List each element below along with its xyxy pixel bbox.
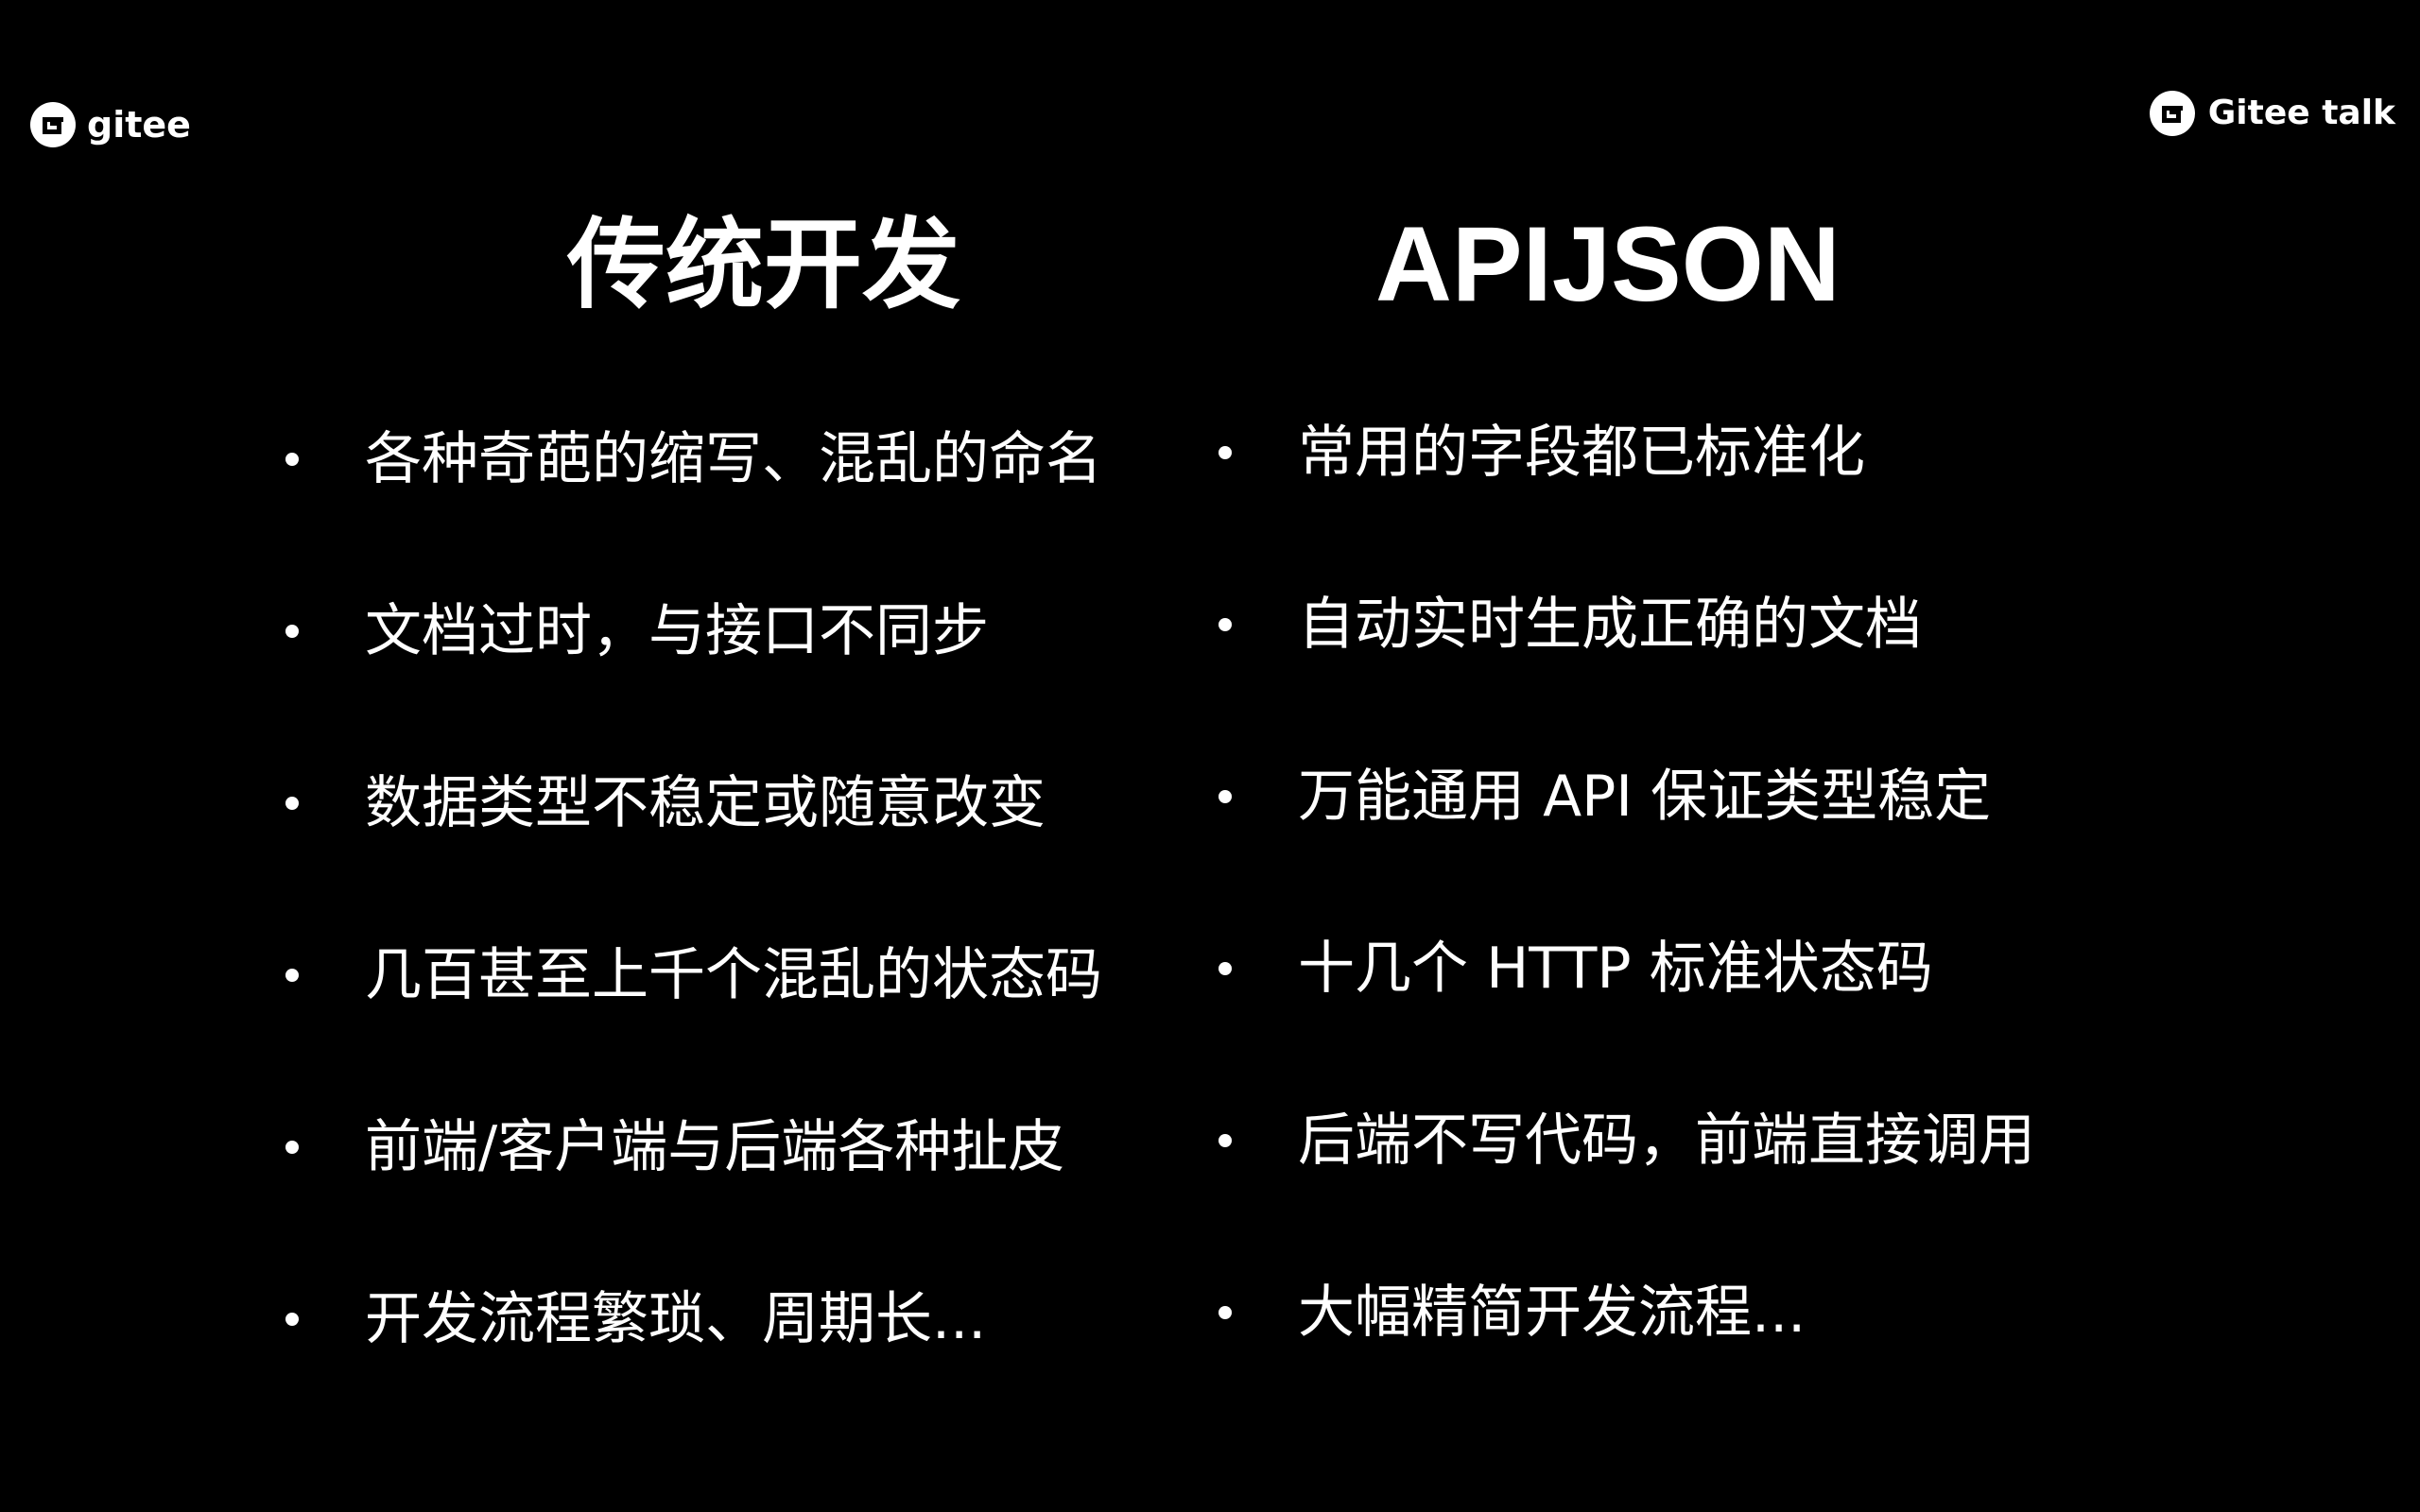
gitee-g-icon — [30, 102, 76, 147]
bullet-icon — [1219, 1306, 1232, 1319]
bullet-icon — [285, 1313, 299, 1326]
bullet-icon — [285, 969, 299, 982]
list-item-text: 数据类型不稳定或随意改变 — [365, 770, 1046, 836]
list-item: 十几个 HTTP 标准状态码 — [1217, 883, 2035, 1055]
bullet-icon — [1219, 962, 1232, 975]
gitee-logo: gitee — [30, 102, 191, 147]
list-item: 文档过时，与接口不同步 — [284, 545, 1102, 717]
gitee-talk-logo-text: Gitee talk — [2207, 94, 2395, 132]
list-item: 前端/客户端与后端各种扯皮 — [284, 1061, 1102, 1233]
list-item: 开发流程繁琐、周期长... — [284, 1233, 1102, 1405]
list-item-text: 十几个 HTTP 标准状态码 — [1298, 936, 1933, 1002]
gitee-talk-logo: Gitee talk — [2149, 91, 2395, 136]
list-item-text: 前端/客户端与后端各种扯皮 — [365, 1114, 1065, 1180]
list-item-text: 自动实时生成正确的文档 — [1298, 592, 1922, 658]
list-item-text: 开发流程繁琐、周期长... — [365, 1286, 987, 1352]
bullet-icon — [285, 625, 299, 638]
list-item: 万能通用 API 保证类型稳定 — [1217, 711, 2035, 883]
list-item-text: 万能通用 API 保证类型稳定 — [1298, 764, 1992, 830]
bullet-icon — [285, 1141, 299, 1154]
list-item: 后端不写代码，前端直接调用 — [1217, 1055, 2035, 1227]
traditional-dev-list: 各种奇葩的缩写、混乱的命名 文档过时，与接口不同步 数据类型不稳定或随意改变 几… — [284, 373, 1102, 1405]
bullet-icon — [285, 453, 299, 466]
bullet-icon — [1219, 618, 1232, 631]
list-item: 大幅精简开发流程... — [1217, 1227, 2035, 1399]
list-item-text: 几百甚至上千个混乱的状态码 — [365, 942, 1102, 1008]
list-item-text: 文档过时，与接口不同步 — [365, 598, 989, 664]
list-item: 数据类型不稳定或随意改变 — [284, 717, 1102, 889]
bullet-icon — [1219, 790, 1232, 803]
list-item-text: 各种奇葩的缩写、混乱的命名 — [365, 426, 1102, 492]
list-item-text: 常用的字段都已标准化 — [1298, 420, 1865, 486]
list-item-text: 后端不写代码，前端直接调用 — [1298, 1108, 2035, 1174]
bullet-icon — [1219, 446, 1232, 459]
apijson-list: 常用的字段都已标准化 自动实时生成正确的文档 万能通用 API 保证类型稳定 十… — [1217, 367, 2035, 1399]
list-item-text: 大幅精简开发流程... — [1298, 1280, 1806, 1346]
gitee-g-icon — [2149, 91, 2195, 136]
list-item: 几百甚至上千个混乱的状态码 — [284, 889, 1102, 1061]
bullet-icon — [285, 797, 299, 810]
apijson-title: APIJSON — [1375, 205, 1841, 323]
list-item: 常用的字段都已标准化 — [1217, 367, 2035, 539]
list-item: 自动实时生成正确的文档 — [1217, 539, 2035, 711]
traditional-dev-title: 传统开发 — [567, 207, 961, 322]
gitee-logo-text: gitee — [87, 104, 191, 146]
list-item: 各种奇葩的缩写、混乱的命名 — [284, 373, 1102, 545]
bullet-icon — [1219, 1134, 1232, 1147]
